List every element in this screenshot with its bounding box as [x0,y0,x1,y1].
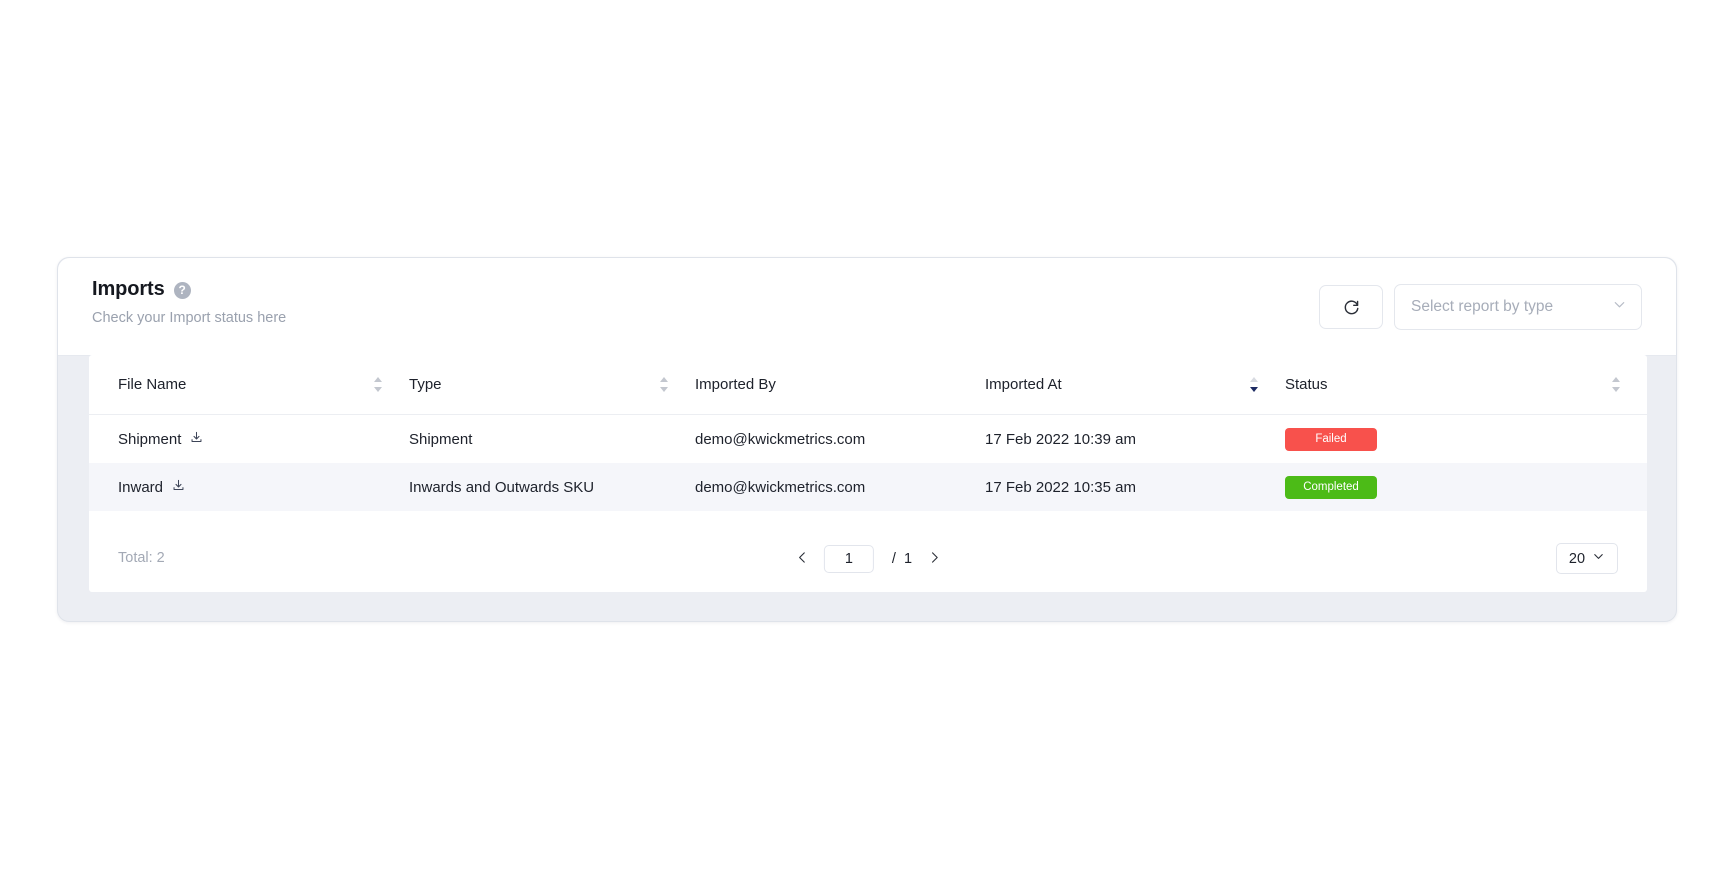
next-page-button[interactable] [926,547,942,571]
column-header-label: File Name [118,376,187,393]
question-mark-icon[interactable]: ? [173,281,191,299]
refresh-button[interactable] [1319,285,1383,329]
column-header-label: Imported At [985,376,1062,393]
column-header-status[interactable]: Status [1285,355,1647,415]
cell-imported-at: 17 Feb 2022 10:39 am [985,430,1136,448]
cell-imported-by: demo@kwickmetrics.com [695,463,985,511]
status-badge: Completed [1285,475,1377,499]
cell-imported-at: 17 Feb 2022 10:35 am [985,463,1285,511]
page-size-select[interactable]: 20 [1556,543,1618,574]
column-header-label: Type [409,376,442,393]
chevron-right-icon [928,551,941,567]
cell-file-name: Inward [89,463,409,511]
cell-file-name: Shipment [89,415,409,464]
cell-type: Shipment [409,430,473,448]
file-name-label: Shipment [118,430,182,448]
sort-icon-imported-at[interactable] [1250,377,1259,392]
table-row[interactable]: Inward Inwards and Outwards SKU demo@kwi… [89,463,1647,511]
imports-table: File Name Type Imported By Imported At S… [89,355,1647,511]
chevron-down-icon [1612,297,1627,317]
imports-card: Imports ? Check your Import status here … [57,257,1677,622]
chevron-down-icon [1592,550,1605,568]
download-icon[interactable] [172,479,185,496]
pagination: / 1 [794,545,942,573]
sort-icon-file-name[interactable] [374,377,383,392]
table-header: File Name Type Imported By Imported At S… [89,355,1647,415]
page-title: Imports [92,277,165,300]
title-row: Imports ? [92,276,286,302]
report-type-select[interactable]: Select report by type [1394,284,1642,330]
table-body: Shipment Shipment demo@kwickmetrics.com … [89,415,1647,511]
page-number-input[interactable] [823,545,874,573]
cell-imported-by: demo@kwickmetrics.com [695,430,866,448]
cell-status: Failed [1285,415,1647,464]
card-header: Imports ? Check your Import status here … [58,258,1676,356]
sort-icon-type[interactable] [660,377,669,392]
column-header-imported-by: Imported By [695,355,985,415]
table-footer: Total: 2 / 1 [89,528,1647,592]
table-row[interactable]: Shipment Shipment demo@kwickmetrics.com … [89,415,1647,464]
column-header-label: Status [1285,376,1328,393]
imports-table-panel: File Name Type Imported By Imported At S… [89,355,1647,592]
cell-status: Completed [1285,463,1647,511]
file-name-label: Inward [118,478,164,496]
table-header-row: File Name Type Imported By Imported At S… [89,355,1647,415]
card-header-text: Imports ? Check your Import status here [92,276,287,327]
download-icon[interactable] [190,431,203,448]
column-header-label: Imported By [695,376,776,393]
page-size-value: 20 [1568,550,1586,567]
status-badge: Failed [1285,427,1377,451]
prev-page-button[interactable] [794,547,810,571]
page-subtitle: Check your Import status here [92,310,287,326]
column-header-file-name[interactable]: File Name [89,355,409,415]
total-count-label: Total: 2 [118,550,165,566]
chevron-left-icon [795,551,808,567]
column-header-imported-at[interactable]: Imported At [985,355,1285,415]
column-header-type[interactable]: Type [409,355,695,415]
sort-icon-status[interactable] [1612,377,1621,392]
report-type-value: Select report by type [1411,298,1554,315]
refresh-icon [1342,298,1361,317]
page-total-label: / 1 [887,551,913,567]
cell-type: Inwards and Outwards SKU [409,463,695,511]
header-controls: Select report by type [1319,284,1642,330]
